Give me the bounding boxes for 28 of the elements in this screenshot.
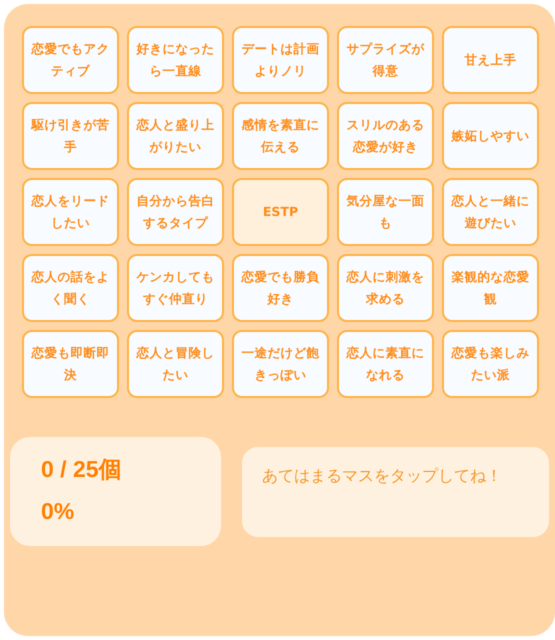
bingo-cell[interactable]: 恋人と一緒に遊びたい [442, 178, 539, 246]
match-count: 0 / 25個 [41, 455, 123, 484]
bingo-cell[interactable]: 恋愛も楽しみたい派 [442, 330, 539, 398]
bingo-cell[interactable]: 好きになったら一直線 [127, 26, 224, 94]
bingo-cell[interactable]: デートは計画よりノリ [232, 26, 329, 94]
bingo-cell[interactable]: 嫉妬しやすい [442, 102, 539, 170]
bingo-cell[interactable]: 恋人と冒険したい [127, 330, 224, 398]
bingo-cell[interactable]: ケンカしてもすぐ仲直り [127, 254, 224, 322]
bingo-cell[interactable]: 気分屋な一面も [337, 178, 434, 246]
bingo-cell[interactable]: 恋人に刺激を求める [337, 254, 434, 322]
bingo-cell[interactable]: 恋人と盛り上がりたい [127, 102, 224, 170]
bingo-cell[interactable]: 恋人をリードしたい [22, 178, 119, 246]
bingo-cell[interactable]: 自分から告白するタイプ [127, 178, 224, 246]
bingo-cell[interactable]: 恋人に素直になれる [337, 330, 434, 398]
match-percent: 0% [41, 497, 76, 526]
free-cell[interactable]: ESTP [232, 178, 329, 246]
instruction-text: あてはまるマスをタップしてね！ [262, 466, 502, 484]
bingo-cell[interactable]: 一途だけど飽きっぽい [232, 330, 329, 398]
bingo-cell[interactable]: サプライズが得意 [337, 26, 434, 94]
bingo-cell[interactable]: 甘え上手 [442, 26, 539, 94]
bingo-cell[interactable]: 楽観的な恋愛観 [442, 254, 539, 322]
bingo-cell[interactable]: 恋人の話をよく聞く [22, 254, 119, 322]
bingo-cell[interactable]: 恋愛でもアクティブ [22, 26, 119, 94]
bingo-cell[interactable]: 感情を素直に伝える [232, 102, 329, 170]
bingo-cell[interactable]: 恋愛でも勝負好き [232, 254, 329, 322]
bingo-cell[interactable]: 駆け引きが苦手 [22, 102, 119, 170]
bingo-cell[interactable]: スリルのある恋愛が好き [337, 102, 434, 170]
bingo-cell[interactable]: 恋愛も即断即決 [22, 330, 119, 398]
